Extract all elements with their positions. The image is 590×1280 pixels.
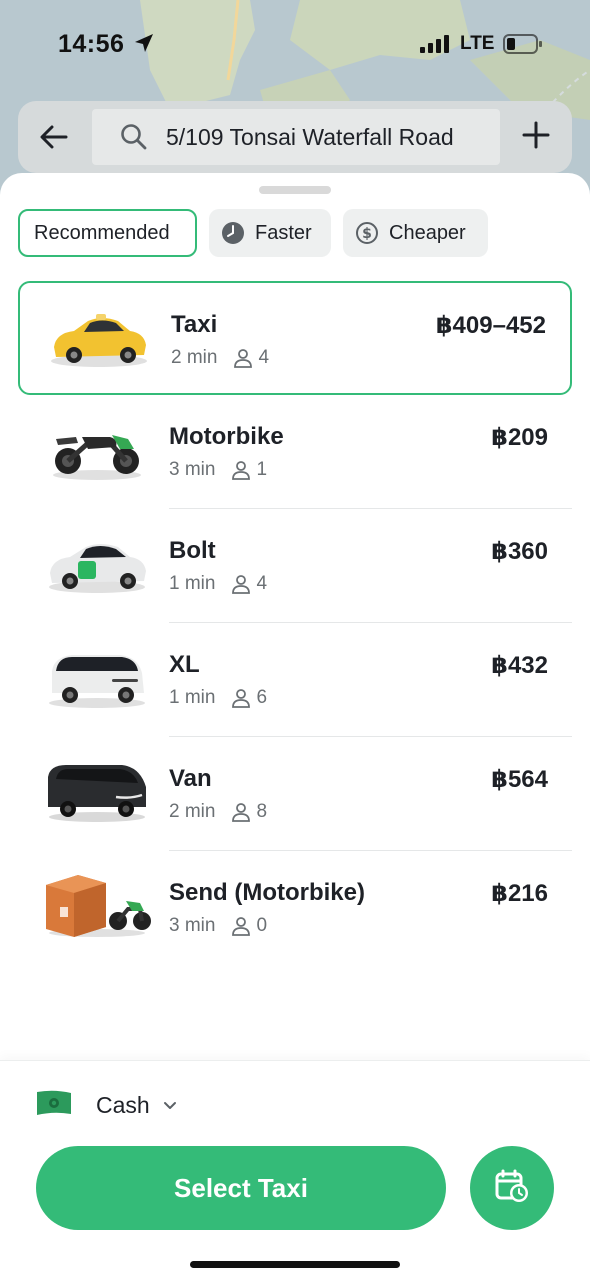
person-icon [231,574,251,594]
option-name: Taxi [171,311,218,338]
payment-method-selector[interactable]: Cash [36,1089,178,1121]
cell-signal-icon [420,35,450,58]
payment-method-label: Cash [96,1091,150,1118]
person-icon [233,348,253,368]
option-price: ฿360 [491,538,548,565]
taxi-car-icon [44,303,154,373]
filter-cheaper[interactable]: $ Cheaper [343,209,488,257]
person-icon [231,688,251,708]
ride-option-bolt[interactable]: Bolt 1 min 4 ฿360 [18,509,572,623]
cash-icon [36,1089,72,1122]
option-price: ฿409–452 [435,312,546,339]
option-meta: 3 min 0 [169,915,267,937]
option-seats: 0 [256,915,268,936]
dollar-icon: $ [355,221,379,245]
ride-option-motorbike[interactable]: Motorbike 3 min 1 ฿209 [18,395,572,509]
ride-option-send-motorbike[interactable]: Send (Motorbike) 3 min 0 ฿216 [18,851,572,965]
battery-icon [503,34,543,59]
svg-text:$: $ [362,226,372,242]
filter-label: Recommended [34,221,170,244]
add-stop-icon[interactable] [522,121,550,154]
option-meta: 1 min 6 [169,687,267,709]
search-icon [120,123,148,156]
status-time: 14:56 [58,30,125,58]
option-eta: 1 min [169,573,216,594]
option-name: XL [169,651,200,678]
option-name: Bolt [169,537,216,564]
person-icon [231,916,251,936]
option-eta: 1 min [169,687,216,708]
person-icon [231,802,251,822]
option-eta: 2 min [169,801,216,822]
package-delivery-icon [42,871,152,941]
ride-option-taxi[interactable]: Taxi 2 min 4 ฿409–452 [18,281,572,395]
clock-icon [221,221,245,245]
bottom-action-bar: Cash Select Taxi [0,1060,590,1280]
filter-label: Cheaper [389,221,466,244]
option-name: Motorbike [169,423,284,450]
destination-address: 5/109 Tonsai Waterfall Road [166,124,454,150]
option-eta: 3 min [169,915,216,936]
option-price: ฿216 [491,880,548,907]
option-meta: 2 min 8 [169,801,267,823]
option-seats: 4 [258,347,270,368]
option-meta: 1 min 4 [169,573,267,595]
filter-label: Faster [255,221,312,244]
van-icon [42,757,152,827]
option-eta: 3 min [169,459,216,480]
select-ride-button[interactable]: Select Taxi [36,1146,446,1230]
location-arrow-icon [134,33,154,58]
network-type: LTE [460,33,495,54]
option-name: Van [169,765,212,792]
option-seats: 4 [256,573,268,594]
ride-option-xl[interactable]: XL 1 min 6 ฿432 [18,623,572,737]
route-bar: 5/109 Tonsai Waterfall Road [18,101,572,173]
xl-car-icon [42,643,152,713]
back-arrow-icon[interactable] [38,121,70,153]
person-icon [231,460,251,480]
option-price: ฿564 [491,766,548,793]
motorbike-icon [42,415,152,485]
option-price: ฿209 [491,424,548,451]
ride-option-van[interactable]: Van 2 min 8 ฿564 [18,737,572,851]
option-meta: 2 min 4 [171,347,269,369]
filter-faster[interactable]: Faster [209,209,331,257]
calendar-clock-icon [494,1168,530,1209]
home-indicator[interactable] [190,1261,400,1268]
option-name: Send (Motorbike) [169,879,365,906]
status-bar: 14:56 LTE [0,0,590,90]
option-meta: 3 min 1 [169,459,267,481]
bolt-car-icon [42,529,152,599]
option-seats: 6 [256,687,268,708]
option-seats: 8 [256,801,268,822]
destination-field[interactable]: 5/109 Tonsai Waterfall Road [92,109,500,165]
sheet-handle[interactable] [259,186,331,194]
filter-recommended[interactable]: Recommended [18,209,197,257]
option-eta: 2 min [171,347,218,368]
schedule-ride-button[interactable] [470,1146,554,1230]
option-seats: 1 [256,459,268,480]
chevron-down-icon [162,1097,178,1113]
option-price: ฿432 [491,652,548,679]
